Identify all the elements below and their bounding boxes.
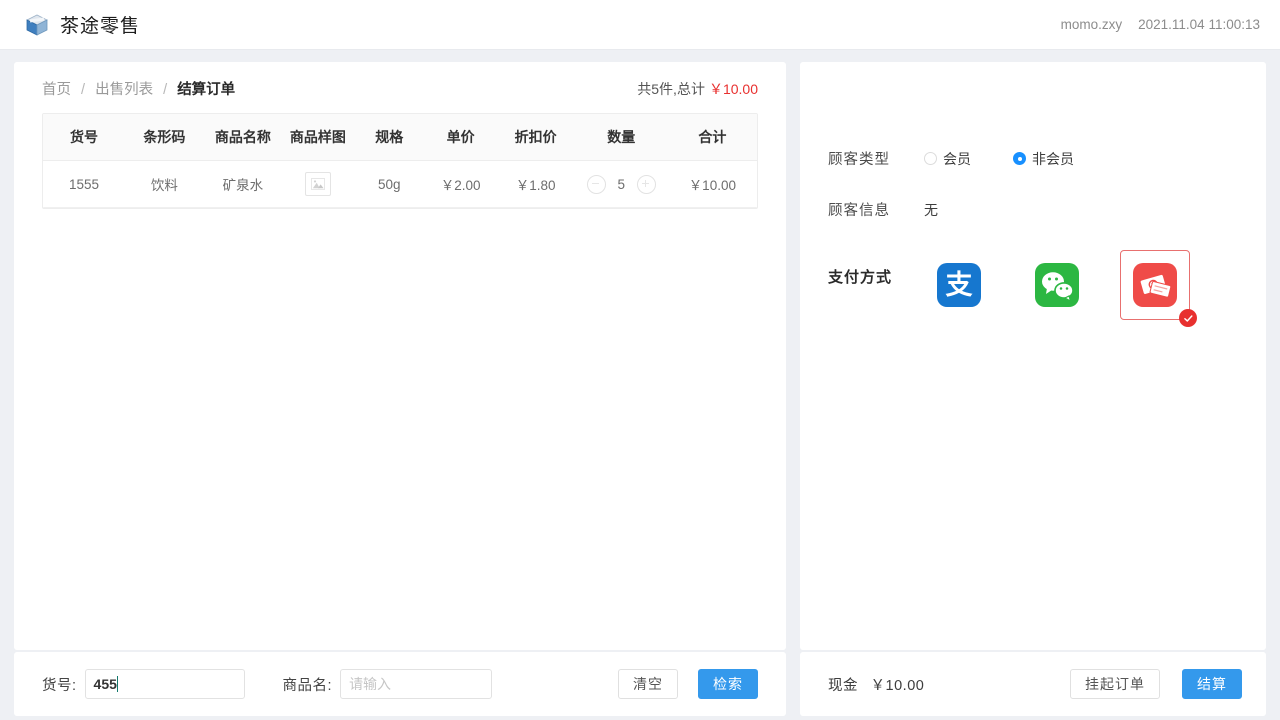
col-spec: 规格 <box>354 114 425 161</box>
payment-method-label: 支付方式 <box>828 250 924 287</box>
app-header: 茶途零售 momo.zxy 2021.11.04 11:00:13 <box>0 0 1280 50</box>
col-qty: 数量 <box>575 114 668 161</box>
user-name[interactable]: momo.zxy <box>1061 17 1123 32</box>
goods-table: 货号 条形码 商品名称 商品样图 规格 单价 折扣价 数量 合计 1555 饮料… <box>43 114 757 208</box>
plus-circle-icon[interactable] <box>637 175 656 194</box>
checkout-bar: 现金 ￥10.00 挂起订单 结算 <box>800 652 1266 716</box>
breadcrumb-item-home[interactable]: 首页 <box>42 82 71 98</box>
breadcrumb-item-sales-list[interactable]: 出售列表 <box>95 82 153 98</box>
hold-order-button[interactable]: 挂起订单 <box>1070 669 1160 699</box>
brand[interactable]: 茶途零售 <box>24 11 140 38</box>
customer-info-row: 顾客信息 无 <box>800 199 1266 220</box>
cell-price: ￥2.00 <box>425 161 496 208</box>
checkout-form-panel: 顾客类型 会员 非会员 顾客信息 无 支付方式 支 <box>800 62 1266 650</box>
col-discount-price: 折扣价 <box>496 114 575 161</box>
cell-barcode: 饮料 <box>125 161 204 208</box>
breadcrumb-item-settle-order: 结算订单 <box>177 82 235 98</box>
cell-image <box>282 161 353 208</box>
cell-spec: 50g <box>354 161 425 208</box>
table-row[interactable]: 1555 饮料 矿泉水 50g <box>43 161 757 208</box>
cell-total: ￥10.00 <box>668 161 757 208</box>
name-field-group: 商品名: <box>283 669 493 699</box>
payment-option-wechat[interactable] <box>1022 250 1092 320</box>
cash-summary: 现金 ￥10.00 <box>828 674 924 695</box>
radio-circle-selected-icon <box>1013 152 1026 165</box>
code-input[interactable]: 455 <box>85 669 245 699</box>
settle-button[interactable]: 结算 <box>1182 669 1242 699</box>
cell-name: 矿泉水 <box>204 161 283 208</box>
col-total: 合计 <box>668 114 757 161</box>
box-cube-icon <box>24 12 50 38</box>
cell-discount-price: ￥1.80 <box>496 161 575 208</box>
qty-value: 5 <box>618 177 626 192</box>
code-input-value: 455 <box>94 676 117 692</box>
radio-circle-icon <box>924 152 937 165</box>
code-label: 货号: <box>42 674 77 695</box>
col-code: 货号 <box>43 114 125 161</box>
search-buttons: 清空 检索 <box>618 669 758 699</box>
order-summary: 共5件,总计￥10.00 <box>637 79 758 99</box>
cell-qty: 5 <box>575 161 668 208</box>
payment-option-alipay[interactable]: 支 <box>924 250 994 320</box>
cash-amount: ￥10.00 <box>871 678 925 694</box>
search-bar: 货号: 455 商品名: 清空 检索 <box>14 652 786 716</box>
search-button[interactable]: 检索 <box>698 669 758 699</box>
order-items-panel: 首页 / 出售列表 / 结算订单 共5件,总计￥10.00 货号 条形码 商品名… <box>14 62 786 650</box>
clear-button[interactable]: 清空 <box>618 669 678 699</box>
picture-placeholder-icon[interactable] <box>305 172 331 196</box>
breadcrumb: 首页 / 出售列表 / 结算订单 <box>42 78 235 99</box>
col-barcode: 条形码 <box>125 114 204 161</box>
summary-text: 共5件,总计 <box>637 81 705 97</box>
customer-info-label: 顾客信息 <box>828 199 924 220</box>
brand-title: 茶途零售 <box>60 11 140 38</box>
checkout-buttons: 挂起订单 结算 <box>1070 669 1242 699</box>
customer-type-row: 顾客类型 会员 非会员 <box>800 148 1266 169</box>
svg-text:支: 支 <box>946 270 973 300</box>
radio-member-label: 会员 <box>943 149 971 169</box>
alipay-icon: 支 <box>937 263 981 307</box>
radio-member[interactable]: 会员 <box>924 149 971 169</box>
minus-circle-icon[interactable] <box>587 175 606 194</box>
radio-non-member[interactable]: 非会员 <box>1013 149 1074 169</box>
datetime: 2021.11.04 11:00:13 <box>1138 17 1260 32</box>
cash-label: 现金 <box>828 678 858 694</box>
cash-money-icon: ￥ <box>1133 263 1177 307</box>
breadcrumb-separator: / <box>81 82 85 98</box>
goods-table-wrapper: 货号 条形码 商品名称 商品样图 规格 单价 折扣价 数量 合计 1555 饮料… <box>42 113 758 209</box>
col-price: 单价 <box>425 114 496 161</box>
radio-non-member-label: 非会员 <box>1032 149 1074 169</box>
header-right: momo.zxy 2021.11.04 11:00:13 <box>1061 17 1260 32</box>
breadcrumb-separator: / <box>163 82 167 98</box>
col-image: 商品样图 <box>282 114 353 161</box>
cell-code: 1555 <box>43 161 125 208</box>
col-name: 商品名称 <box>204 114 283 161</box>
summary-amount: ￥10.00 <box>709 81 758 97</box>
customer-type-label: 顾客类型 <box>828 148 924 169</box>
text-caret <box>117 676 119 692</box>
payment-options: 支 <box>924 250 1218 320</box>
name-input[interactable] <box>340 669 492 699</box>
customer-info-value: 无 <box>924 200 938 220</box>
table-header-row: 货号 条形码 商品名称 商品样图 规格 单价 折扣价 数量 合计 <box>43 114 757 161</box>
checkout-form: 顾客类型 会员 非会员 顾客信息 无 支付方式 支 <box>800 62 1266 320</box>
check-circle-icon <box>1179 309 1197 327</box>
code-field-group: 货号: 455 <box>42 669 245 699</box>
payment-option-cash[interactable]: ￥ <box>1120 250 1190 320</box>
name-label: 商品名: <box>283 674 333 695</box>
payment-method-row: 支付方式 支 <box>800 250 1266 320</box>
breadcrumb-row: 首页 / 出售列表 / 结算订单 共5件,总计￥10.00 <box>14 62 786 99</box>
wechat-pay-icon <box>1035 263 1079 307</box>
